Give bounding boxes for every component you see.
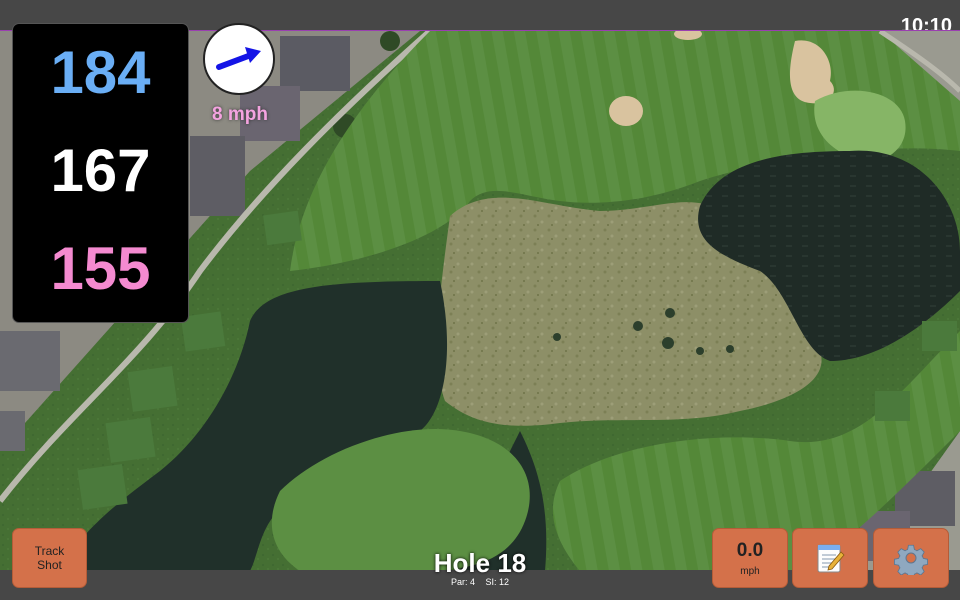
notes-button[interactable] bbox=[792, 528, 868, 588]
distance-middle-value: 167 bbox=[50, 137, 151, 204]
distance-front-value: 155 bbox=[50, 235, 151, 302]
app-root: 10:10 184 167 155 8 mph Track Shot Hole … bbox=[0, 0, 960, 600]
hole-stroke-index: SI: 12 bbox=[485, 577, 510, 587]
track-shot-button[interactable]: Track Shot bbox=[12, 528, 87, 588]
distance-panel: 184 167 155 bbox=[12, 23, 189, 323]
speed-button[interactable]: 0.0 mph bbox=[712, 528, 788, 588]
hole-title: Hole 18 bbox=[433, 548, 527, 578]
arrow-right-up-icon bbox=[216, 47, 261, 70]
settings-button[interactable] bbox=[873, 528, 949, 588]
hole-info: Par: 4 SI: 12 bbox=[380, 577, 580, 587]
track-shot-label-line1: Track bbox=[34, 544, 65, 558]
speed-unit: mph bbox=[740, 565, 760, 577]
wind-speed-label: 8 mph bbox=[212, 104, 268, 125]
distance-back-value: 184 bbox=[50, 39, 151, 106]
speed-value: 0.0 bbox=[736, 539, 764, 561]
wind-direction-indicator bbox=[203, 23, 275, 95]
track-shot-label-line2: Shot bbox=[37, 558, 62, 572]
notepad-icon bbox=[817, 544, 845, 573]
gear-icon bbox=[894, 544, 928, 575]
hole-par: Par: 4 bbox=[450, 577, 475, 587]
